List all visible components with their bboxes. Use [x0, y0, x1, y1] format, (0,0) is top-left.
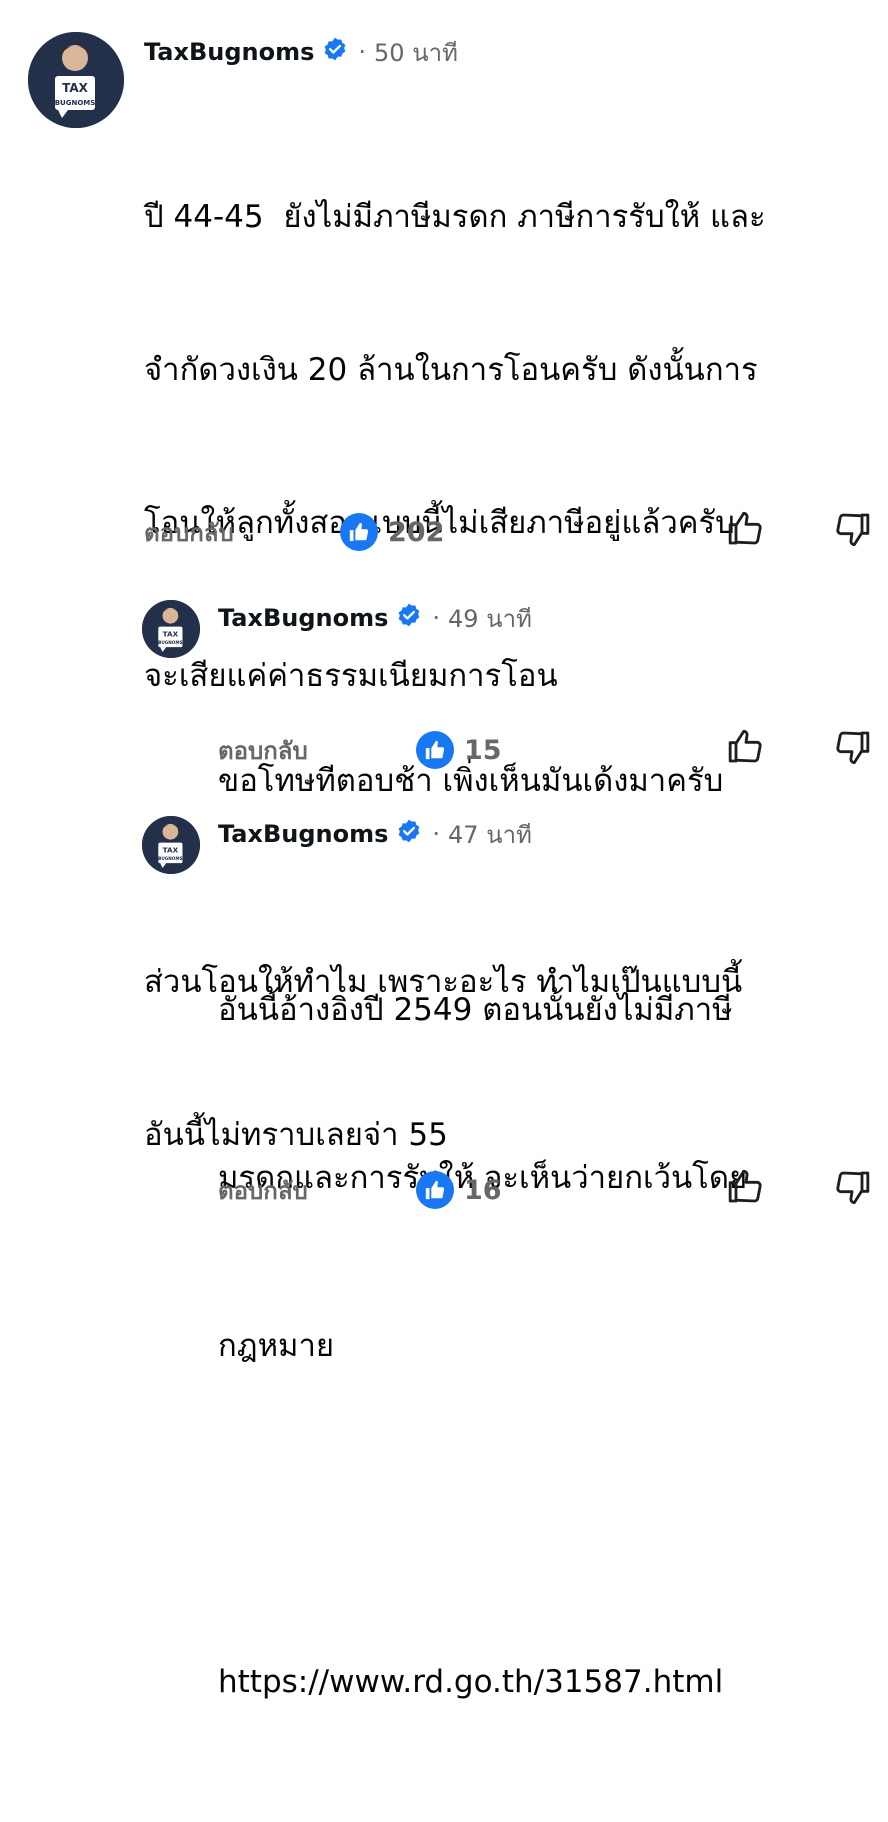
- comment-line: มรดกและการรับให้ จะเห็นว่ายกเว้นโดย: [218, 1160, 748, 1196]
- thumbs-up-badge-icon: [416, 731, 454, 769]
- svg-text:BUGNOMS: BUGNOMS: [158, 856, 182, 861]
- author-name[interactable]: TaxBugnoms: [144, 38, 314, 66]
- svg-text:BUGNOMS: BUGNOMS: [55, 99, 96, 107]
- thumbs-down-outline-icon[interactable]: [832, 728, 872, 772]
- avatar-logo-icon: TAX BUGNOMS: [28, 32, 124, 128]
- svg-text:TAX: TAX: [163, 845, 179, 854]
- thumbs-up-outline-icon[interactable]: [726, 1166, 766, 1210]
- comment-actions: ตอบกลับ: [218, 1170, 308, 1210]
- reaction-summary[interactable]: 202: [340, 512, 444, 552]
- avatar[interactable]: TAX BUGNOMS: [142, 600, 200, 658]
- comment-3: TAX BUGNOMS TaxBugnoms · 47 นาที อันนี้อ…: [0, 806, 888, 1700]
- reply-button[interactable]: ตอบกลับ: [218, 1171, 308, 1210]
- comment-line: จำกัดวงเงิน 20 ล้านในการโอนครับ ดังนั้นก…: [144, 352, 758, 388]
- separator-dot: ·: [358, 38, 367, 66]
- comment-line: ปี 44-45 ยังไม่มีภาษีมรดก ภาษีการรับให้ …: [144, 199, 766, 235]
- comment-line: อันนี้อ้างอิงปี 2549 ตอนนั้นยังไม่มีภาษี: [218, 992, 733, 1028]
- reaction-count: 202: [388, 516, 445, 548]
- avatar-logo-icon: TAX BUGNOMS: [142, 600, 200, 658]
- timestamp: 49 นาที: [448, 604, 532, 633]
- comment-header: TaxBugnoms · 49 นาที: [218, 600, 532, 636]
- reaction-count: 15: [464, 734, 502, 766]
- timestamp: 47 นาที: [448, 820, 532, 849]
- thumbs-down-outline-icon[interactable]: [832, 510, 872, 554]
- comment-header: TaxBugnoms · 50 นาที: [144, 34, 458, 70]
- avatar[interactable]: TAX BUGNOMS: [28, 32, 124, 128]
- avatar-logo-icon: TAX BUGNOMS: [142, 816, 200, 874]
- avatar[interactable]: TAX BUGNOMS: [142, 816, 200, 874]
- timestamp: 50 นาที: [374, 38, 458, 67]
- reply-button[interactable]: ตอบกลับ: [144, 513, 234, 552]
- reaction-summary[interactable]: 16: [416, 1170, 502, 1210]
- comment-actions: ตอบกลับ: [144, 512, 888, 552]
- comment-body: อันนี้อ้างอิงปี 2549 ตอนนั้นยังไม่มีภาษี…: [218, 870, 878, 1822]
- comment-2: TAX BUGNOMS TaxBugnoms · 49 นาที ขอโทษที…: [0, 590, 888, 800]
- reply-button[interactable]: ตอบกลับ: [218, 731, 308, 770]
- thumbs-up-badge-icon: [340, 513, 378, 551]
- thumbs-down-outline-icon[interactable]: [832, 1168, 872, 1212]
- thumbs-up-badge-icon: [416, 1171, 454, 1209]
- verified-badge-icon: [396, 818, 422, 850]
- thumbs-up-outline-icon[interactable]: [726, 726, 766, 770]
- svg-text:TAX: TAX: [163, 629, 179, 638]
- separator-dot: ·: [432, 604, 441, 632]
- svg-text:TAX: TAX: [62, 81, 89, 95]
- comment-line: ขอโทษทีตอบช้า เพิ่งเห็นมันเด้งมาครับ: [218, 763, 724, 799]
- comment-line: กฎหมาย: [218, 1328, 335, 1364]
- verified-badge-icon: [322, 36, 348, 68]
- thumbs-up-outline-icon[interactable]: [726, 508, 766, 552]
- verified-badge-icon: [396, 602, 422, 634]
- comment-header: TaxBugnoms · 47 นาที: [218, 816, 532, 852]
- author-name[interactable]: TaxBugnoms: [218, 820, 388, 848]
- comment-actions: ตอบกลับ: [218, 730, 308, 770]
- reaction-summary[interactable]: 15: [416, 730, 502, 770]
- comment-line: [218, 1486, 878, 1542]
- author-name[interactable]: TaxBugnoms: [218, 604, 388, 632]
- svg-text:BUGNOMS: BUGNOMS: [158, 640, 182, 645]
- comment-1: TAX BUGNOMS TaxBugnoms · 50 นาที ปี 44-4…: [0, 0, 888, 1153]
- separator-dot: ·: [432, 820, 441, 848]
- reaction-count: 16: [464, 1174, 502, 1206]
- link-url[interactable]: https://www.rd.go.th/31587.html: [218, 1654, 878, 1710]
